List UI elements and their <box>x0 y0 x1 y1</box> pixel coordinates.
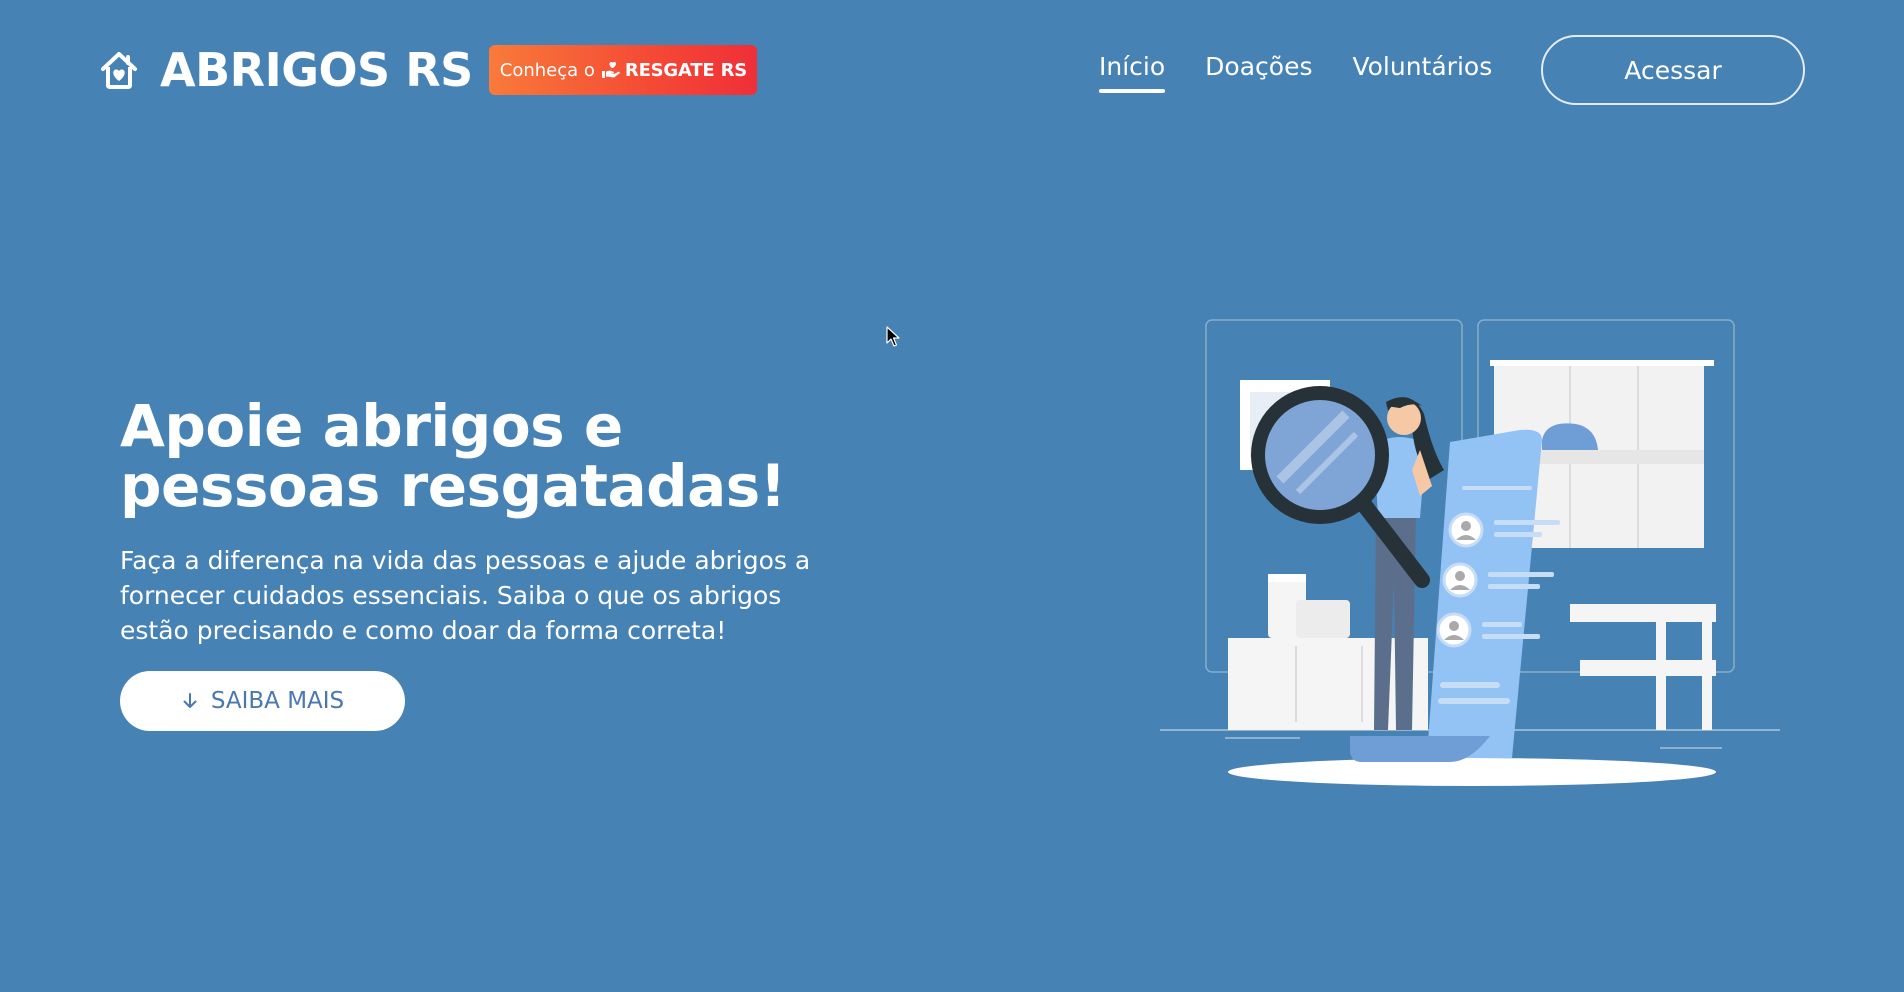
nav-item-inicio[interactable]: Início <box>1099 52 1166 93</box>
resgate-rs-promo-button[interactable]: Conheça o RESGATE RS <box>488 45 757 95</box>
hero-title-line-1: Apoie abrigos e <box>120 392 623 460</box>
main-nav: Início Doações Voluntários <box>1099 52 1532 93</box>
arrow-down-icon <box>183 693 197 708</box>
hand-heart-icon <box>601 62 620 78</box>
hero-title: Apoie abrigos e pessoas resgatadas! <box>120 396 880 516</box>
promo-name: RESGATE RS <box>624 59 747 81</box>
mouse-cursor-icon <box>886 326 900 347</box>
hero-title-line-2: pessoas resgatadas! <box>120 452 786 520</box>
landing-page: ABRIGOS RS Conheça o RESGATE RS Início D… <box>0 0 1904 992</box>
brand[interactable]: ABRIGOS RS Conheça o RESGATE RS <box>98 43 757 97</box>
learn-more-button[interactable]: SAIBA MAIS <box>120 671 405 731</box>
home-heart-icon <box>101 52 137 89</box>
hero-description: Faça a diferença na vida das pessoas e a… <box>120 546 811 645</box>
nav-item-doacoes[interactable]: Doações <box>1205 52 1312 91</box>
site-header: ABRIGOS RS Conheça o RESGATE RS Início D… <box>0 0 1904 140</box>
learn-more-label: SAIBA MAIS <box>210 688 345 714</box>
brand-title: ABRIGOS RS <box>160 43 473 97</box>
login-button[interactable]: Acessar <box>1541 35 1805 105</box>
nav-item-voluntarios[interactable]: Voluntários <box>1352 52 1492 91</box>
promo-prefix: Conheça o <box>499 59 595 81</box>
hero-illustration <box>1160 319 1780 786</box>
